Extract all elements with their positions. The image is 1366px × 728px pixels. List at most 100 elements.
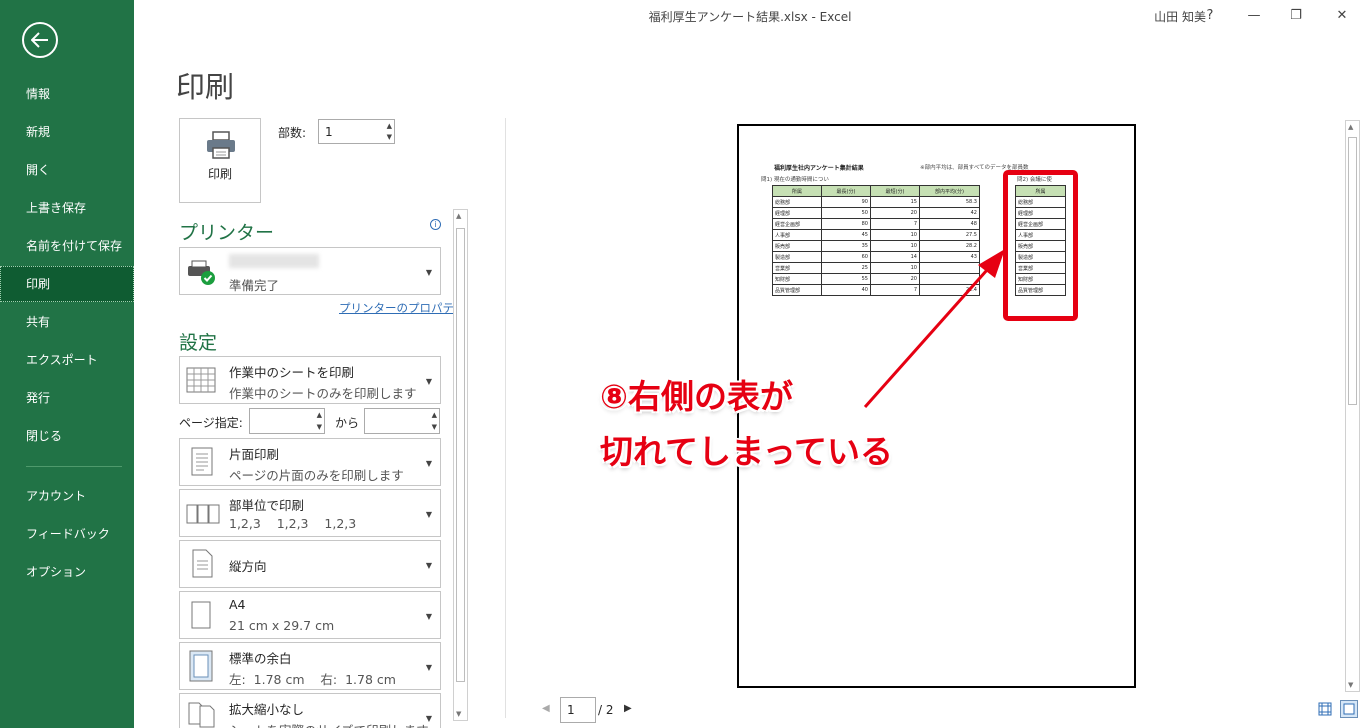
- scroll-up-icon[interactable]: ▲: [456, 212, 461, 220]
- pages-to-label: から: [335, 416, 360, 430]
- callout-text-line-2: 切れてしまっている: [600, 432, 894, 471]
- nav-options[interactable]: オプション: [0, 554, 134, 590]
- printer-properties-link[interactable]: プリンターのプロパティ: [339, 300, 465, 316]
- scaling-select[interactable]: 拡大縮小なし シートを実際のサイズで印刷します ▼: [179, 693, 441, 728]
- chevron-down-icon: ▼: [425, 714, 432, 723]
- settings-scroll-thumb[interactable]: [456, 228, 465, 682]
- print-button[interactable]: 印刷: [179, 118, 261, 203]
- paper-size-sub: 21 cm x 29.7 cm: [229, 618, 335, 633]
- preview-scrollbar[interactable]: ▲ ▼: [1345, 120, 1360, 692]
- margins-select[interactable]: 標準の余白 左: 1.78 cm 右: 1.78 cm ▼: [179, 642, 441, 690]
- show-margins-icon[interactable]: [1318, 702, 1332, 716]
- page-number-input[interactable]: 1: [560, 697, 596, 723]
- nav-share[interactable]: 共有: [0, 304, 134, 340]
- nav-close[interactable]: 閉じる: [0, 418, 134, 454]
- table-cell: 経営企画部: [772, 218, 822, 230]
- arrow-left-icon: [31, 32, 48, 48]
- back-button[interactable]: [22, 22, 58, 58]
- pane-divider: [505, 118, 506, 718]
- collate-select[interactable]: 部単位で印刷 1,2,3 1,2,3 1,2,3 ▼: [179, 489, 441, 537]
- table-cell: 50: [821, 207, 871, 219]
- table-cell: 総務部: [772, 196, 822, 208]
- table-cell: 10: [870, 229, 920, 241]
- nav-info[interactable]: 情報: [0, 76, 134, 112]
- chevron-down-icon: ▼: [425, 459, 432, 468]
- collate-title: 部単位で印刷: [229, 498, 305, 513]
- nav-print[interactable]: 印刷: [0, 266, 134, 302]
- settings-heading: 設定: [179, 332, 218, 354]
- preview-scroll-thumb[interactable]: [1348, 137, 1357, 405]
- help-button[interactable]: ?: [1200, 6, 1220, 26]
- nav-open[interactable]: 開く: [0, 152, 134, 188]
- zoom-to-page-icon[interactable]: [1340, 700, 1358, 718]
- scroll-down-icon[interactable]: ▼: [1348, 681, 1353, 689]
- scroll-down-icon[interactable]: ▼: [456, 710, 461, 718]
- table-cell: 営業部: [772, 262, 822, 274]
- chevron-down-icon: ▼: [425, 510, 432, 519]
- collate-sub: 1,2,3 1,2,3 1,2,3: [229, 516, 357, 531]
- prev-page-icon[interactable]: ◀: [542, 703, 550, 714]
- paper-icon: [191, 601, 211, 629]
- copies-label: 部数:: [278, 126, 307, 140]
- spin-down-icon[interactable]: ▼: [387, 133, 392, 141]
- nav-save[interactable]: 上書き保存: [0, 190, 134, 226]
- nav-divider: [26, 466, 122, 467]
- nav-save-as[interactable]: 名前を付けて保存: [0, 228, 134, 264]
- table-cell: 15: [870, 196, 920, 208]
- page-total: / 2: [598, 703, 614, 717]
- info-icon[interactable]: i: [430, 219, 441, 230]
- table-cell: 販売部: [772, 240, 822, 252]
- scaling-select-clip: 拡大縮小なし シートを実際のサイズで印刷します ▼: [179, 693, 441, 728]
- next-page-icon[interactable]: ▶: [624, 703, 632, 714]
- table-header-cell: 部内平均(分): [919, 185, 980, 197]
- table-cell: 48: [919, 218, 980, 230]
- user-name[interactable]: 山田 知美: [1154, 8, 1206, 25]
- spin-up-icon[interactable]: ▲: [387, 122, 392, 130]
- callout-text-line-1: ⑧右側の表が: [600, 377, 793, 416]
- pages-from-input[interactable]: ▲ ▼: [249, 408, 325, 434]
- paper-size-title: A4: [229, 597, 246, 612]
- minimize-button[interactable]: —: [1244, 6, 1264, 26]
- copies-input[interactable]: 1 ▲ ▼: [318, 119, 395, 144]
- pages-to-input[interactable]: ▲ ▼: [364, 408, 440, 434]
- table-cell: 90: [821, 196, 871, 208]
- paper-size-select[interactable]: A4 21 cm x 29.7 cm ▼: [179, 591, 441, 639]
- scroll-up-icon[interactable]: ▲: [1348, 123, 1353, 131]
- nav-feedback[interactable]: フィードバック: [0, 516, 134, 552]
- nav-account[interactable]: アカウント: [0, 478, 134, 514]
- copies-value: 1: [325, 125, 333, 139]
- restore-button[interactable]: ❐: [1286, 6, 1306, 26]
- margins-icon: [189, 650, 213, 682]
- print-what-sub: 作業中のシートのみを印刷します: [229, 386, 417, 401]
- chevron-down-icon: ▼: [425, 561, 432, 570]
- table-cell: 27.5: [919, 229, 980, 241]
- portrait-icon: [192, 549, 213, 578]
- pages-label: ページ指定:: [179, 416, 243, 430]
- table-cell: 品質管理部: [772, 284, 822, 296]
- nav-new[interactable]: 新規: [0, 114, 134, 150]
- nav-publish[interactable]: 発行: [0, 380, 134, 416]
- table-cell: 経理部: [772, 207, 822, 219]
- sides-title: 片面印刷: [229, 447, 280, 462]
- sides-select[interactable]: 片面印刷 ページの片面のみを印刷します ▼: [179, 438, 441, 486]
- print-what-select[interactable]: 作業中のシートを印刷 作業中のシートのみを印刷します ▼: [179, 356, 441, 404]
- table-row: 総務部 90 15 58.3: [772, 196, 980, 208]
- orientation-select[interactable]: 縦方向 ▼: [179, 540, 441, 588]
- orientation-title: 縦方向: [229, 559, 267, 574]
- page-title: 印刷: [176, 70, 235, 104]
- close-button[interactable]: ✕: [1332, 6, 1352, 26]
- backstage-nav: 情報 新規 開く 上書き保存 名前を付けて保存 印刷 共有 エクスポート 発行 …: [0, 0, 134, 728]
- printer-status-icon: [188, 260, 215, 285]
- margins-title: 標準の余白: [229, 651, 292, 666]
- settings-scrollbar[interactable]: ▲ ▼: [453, 209, 468, 721]
- table-cell: 80: [821, 218, 871, 230]
- print-button-label: 印刷: [207, 167, 232, 181]
- nav-export[interactable]: エクスポート: [0, 342, 134, 378]
- printer-select[interactable]: 準備完了 ▼: [179, 247, 441, 295]
- chevron-down-icon: ▼: [425, 268, 432, 277]
- table-row: 人事部 45 10 27.5: [772, 229, 980, 241]
- title-bar: 福利厚生アンケート結果.xlsx - Excel 山田 知美 ? — ❐ ✕: [134, 0, 1366, 32]
- printer-icon: [207, 131, 235, 159]
- chevron-down-icon: ▼: [425, 377, 432, 386]
- sides-sub: ページの片面のみを印刷します: [229, 468, 404, 483]
